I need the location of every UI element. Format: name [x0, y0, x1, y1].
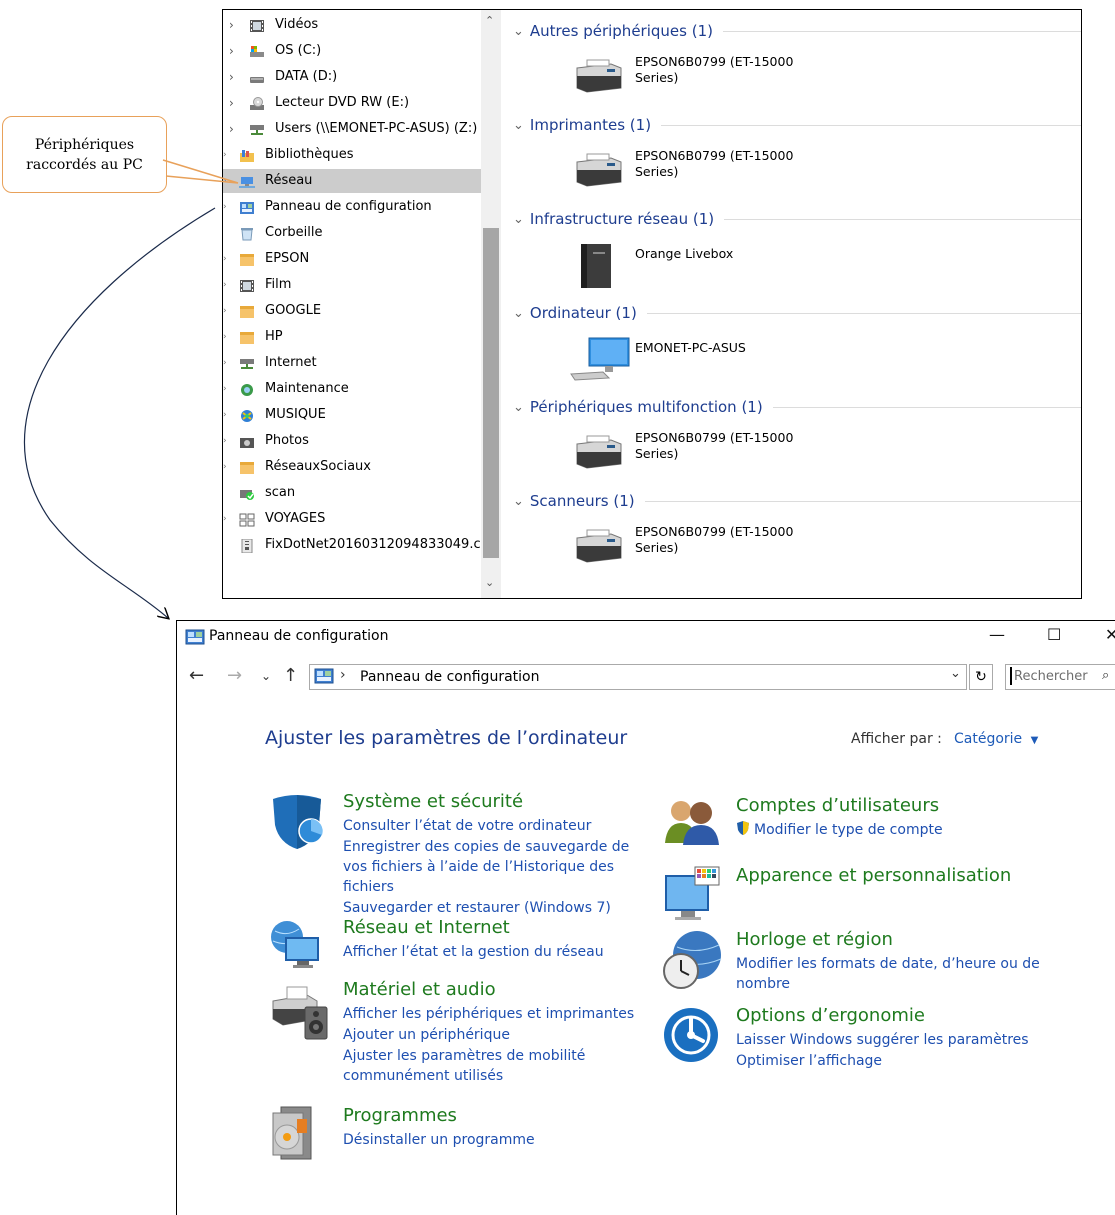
- category-links: Modifier le type de compte: [736, 820, 1046, 841]
- users-icon[interactable]: [661, 795, 721, 849]
- category-link[interactable]: Modifier les formats de date, d’heure ou…: [736, 954, 1046, 994]
- category-link-text: Laisser Windows suggérer les paramètres: [736, 1032, 1029, 1048]
- category-link[interactable]: Optimiser l’affichage: [736, 1051, 1046, 1071]
- view-by-label: Afficher par :: [851, 731, 942, 747]
- category-link[interactable]: Modifier le type de compte: [736, 820, 1046, 840]
- appearance-icon[interactable]: [661, 865, 721, 927]
- breadcrumb-separator-icon: ›: [340, 667, 346, 683]
- view-by-dropdown[interactable]: Catégorie ▼: [954, 731, 1038, 747]
- programs-icon[interactable]: [267, 1105, 317, 1165]
- category-title[interactable]: Réseau et Internet: [343, 917, 510, 938]
- category-link-text: Optimiser l’affichage: [736, 1053, 883, 1069]
- category-title[interactable]: Options d’ergonomie: [736, 1005, 925, 1026]
- ease-of-access-icon[interactable]: [661, 1005, 721, 1069]
- category-links: Afficher les périphériques et imprimante…: [343, 1004, 643, 1087]
- category-link-text: Afficher les périphériques et imprimante…: [343, 1006, 635, 1022]
- category-link-text: Enregistrer des copies de sauvegarde de …: [343, 839, 630, 895]
- category-links: Laisser Windows suggérer les paramètres O…: [736, 1030, 1046, 1072]
- category-title[interactable]: Matériel et audio: [343, 979, 496, 1000]
- breadcrumb[interactable]: Panneau de configuration: [360, 669, 539, 685]
- category-link-text: Ajuster les paramètres de mobilité commu…: [343, 1048, 586, 1084]
- category-links: Modifier les formats de date, d’heure ou…: [736, 954, 1046, 995]
- category-link-text: Afficher l’état et la gestion du réseau: [343, 944, 604, 960]
- hardware-icon[interactable]: [267, 979, 331, 1047]
- category-link[interactable]: Ajouter un périphérique: [343, 1025, 643, 1045]
- close-icon[interactable]: ✕: [1105, 625, 1115, 644]
- category-link[interactable]: Ajuster les paramètres de mobilité commu…: [343, 1046, 643, 1086]
- category-links: Afficher l’état et la gestion du réseau: [343, 942, 643, 963]
- curved-arrow: [24, 207, 216, 618]
- window-title: Panneau de configuration: [209, 628, 389, 644]
- category-link-text: Sauvegarder et restaurer (Windows 7): [343, 900, 611, 916]
- category-link-text: Consulter l’état de votre ordinateur: [343, 818, 592, 834]
- search-icon[interactable]: ⌕: [1102, 668, 1109, 683]
- clock-globe-icon[interactable]: [661, 929, 725, 995]
- shield-icon[interactable]: [267, 791, 327, 855]
- category-title[interactable]: Comptes d’utilisateurs: [736, 795, 939, 816]
- recent-chevron-down-icon[interactable]: ⌄: [261, 669, 271, 683]
- category-link-text: Ajouter un périphérique: [343, 1027, 510, 1043]
- category-link-text: Modifier les formats de date, d’heure ou…: [736, 956, 1040, 992]
- category-title[interactable]: Horloge et région: [736, 929, 893, 950]
- category-title[interactable]: Système et sécurité: [343, 791, 523, 812]
- control-panel-icon: [185, 629, 205, 645]
- category-links: Désinstaller un programme: [343, 1130, 643, 1151]
- category-link-text: Modifier le type de compte: [754, 822, 943, 838]
- category-link[interactable]: Sauvegarder et restaurer (Windows 7): [343, 898, 643, 918]
- category-link[interactable]: Afficher les périphériques et imprimante…: [343, 1004, 643, 1024]
- address-bar[interactable]: › Panneau de configuration ⌄: [309, 664, 967, 690]
- category-link[interactable]: Laisser Windows suggérer les paramètres: [736, 1030, 1046, 1050]
- category-links: Consulter l’état de votre ordinateur Enre…: [343, 816, 643, 919]
- category-link[interactable]: Enregistrer des copies de sauvegarde de …: [343, 837, 643, 897]
- category-link[interactable]: Consulter l’état de votre ordinateur: [343, 816, 643, 836]
- uac-shield-icon: [736, 821, 754, 838]
- category-title[interactable]: Programmes: [343, 1105, 457, 1126]
- minimize-icon[interactable]: —: [989, 625, 1005, 644]
- category-link[interactable]: Afficher l’état et la gestion du réseau: [343, 942, 643, 962]
- category-link[interactable]: Désinstaller un programme: [343, 1130, 643, 1150]
- up-arrow-icon[interactable]: ↑: [283, 665, 298, 686]
- search-box[interactable]: ⌕: [1005, 664, 1115, 690]
- category-title[interactable]: Apparence et personnalisation: [736, 865, 1011, 886]
- address-control-panel-icon: [314, 668, 334, 684]
- callout-pointer: [162, 159, 239, 184]
- refresh-icon: ↻: [975, 669, 987, 685]
- view-by-value: Catégorie: [954, 731, 1023, 747]
- address-dropdown-icon[interactable]: ⌄: [950, 666, 961, 681]
- forward-arrow-icon[interactable]: →: [227, 665, 242, 686]
- category-link-text: Désinstaller un programme: [343, 1132, 535, 1148]
- page-title: Ajuster les paramètres de l’ordinateur: [265, 727, 628, 749]
- search-input[interactable]: [1010, 667, 1096, 685]
- refresh-button[interactable]: ↻: [969, 664, 993, 690]
- caret-down-icon: ▼: [1030, 735, 1039, 746]
- back-arrow-icon[interactable]: ←: [189, 665, 204, 686]
- network-globe-icon[interactable]: [267, 917, 331, 981]
- maximize-icon[interactable]: ☐: [1047, 625, 1061, 644]
- control-panel-window: Panneau de configuration — ☐ ✕ ← → ⌄ ↑ ›…: [176, 620, 1115, 1215]
